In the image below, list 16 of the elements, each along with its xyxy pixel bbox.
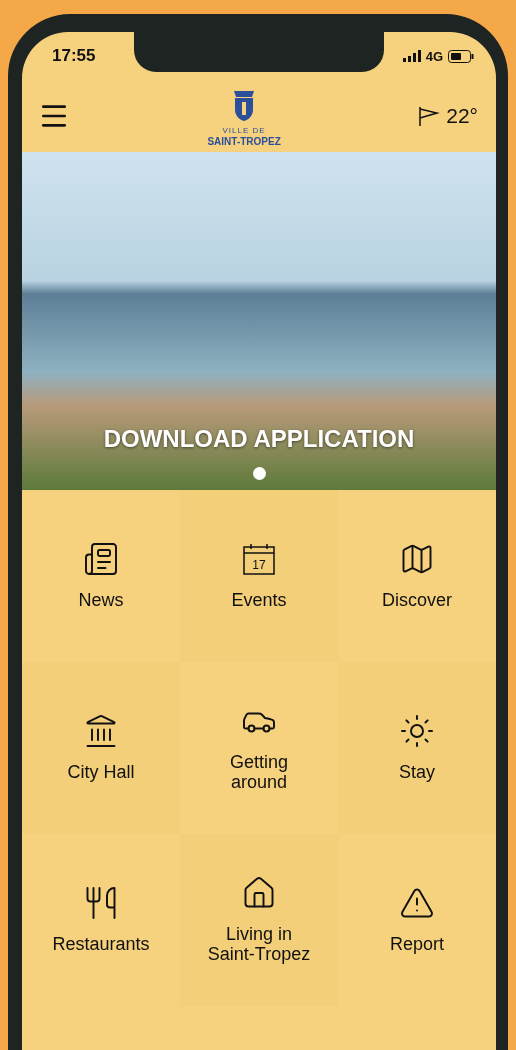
menu-tile[interactable]: Living in Saint-Tropez	[180, 834, 338, 1006]
sun-icon	[399, 713, 435, 750]
menu-tile[interactable]: Stay	[338, 662, 496, 834]
menu-tile[interactable]: 17 Events	[180, 490, 338, 662]
status-time: 17:55	[52, 46, 96, 66]
hero-caption: DOWNLOAD APPLICATION	[103, 425, 415, 453]
network-label: 4G	[425, 48, 443, 64]
newspaper-icon	[83, 541, 119, 578]
logo-subtitle: VILLE DE	[222, 126, 266, 135]
temperature: 22°	[446, 104, 478, 128]
menu-tile[interactable]: City Hall	[22, 662, 180, 834]
battery-icon	[448, 49, 474, 63]
windsock-icon	[418, 105, 441, 127]
logo-name: SAINT-TROPEZ	[207, 136, 281, 147]
signal-icon	[402, 50, 421, 62]
carousel-dot[interactable]	[252, 467, 266, 480]
